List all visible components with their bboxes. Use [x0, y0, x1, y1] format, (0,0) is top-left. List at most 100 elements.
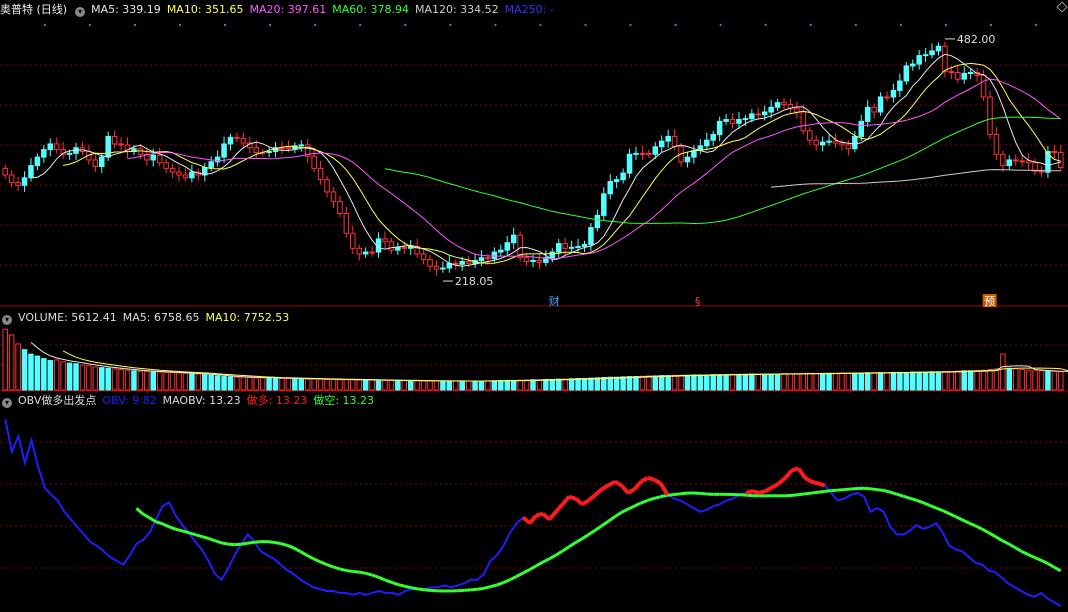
maobv-segment [680, 491, 688, 496]
maobv-segment [214, 539, 223, 545]
volume-bar [665, 375, 671, 391]
maobv-segment [981, 527, 990, 534]
candle [34, 156, 41, 167]
volume-bar [375, 379, 382, 391]
volume-bar [195, 373, 202, 391]
signal-dot [719, 24, 722, 26]
candle [92, 159, 99, 168]
long-signal-segment [568, 494, 577, 501]
candle [1045, 150, 1051, 173]
volume-bar [510, 379, 517, 391]
volume-bar [407, 380, 414, 391]
volume-bar [304, 378, 311, 391]
volume-bar [909, 371, 916, 391]
volume-bar [871, 372, 877, 391]
chevron-down-icon[interactable]: ▾ [75, 7, 86, 17]
maobv-segment [286, 543, 295, 550]
volume-bar [575, 377, 581, 391]
maobv-segment [148, 516, 157, 524]
volume-bar [427, 380, 433, 391]
maobv-segment [574, 537, 583, 544]
candle [28, 165, 34, 179]
long-signal-segment [633, 480, 643, 491]
maobv-segment [844, 487, 852, 492]
long-signal-segment [627, 487, 636, 495]
maobv-segment [247, 540, 255, 545]
signal-dot [224, 24, 227, 26]
candle [395, 246, 401, 251]
candle [150, 154, 157, 161]
candle [2, 167, 8, 176]
volume-bar [826, 372, 832, 391]
candle [427, 259, 433, 267]
volume-bar [285, 377, 292, 391]
maobv-segment [660, 493, 668, 499]
signal-dot [584, 24, 587, 26]
signal-dot [1035, 24, 1038, 26]
volume-bar [761, 373, 768, 391]
volume-bar [884, 372, 890, 391]
candle [742, 118, 749, 121]
long-signal-segment [560, 495, 571, 506]
volume-bar [961, 370, 967, 391]
long-signal-segment [593, 487, 604, 497]
candle [41, 149, 47, 158]
volume-labels: VOLUME: 5612.41 MA5: 6758.65 MA10: 7752.53 [18, 311, 295, 324]
long-signal-segment [804, 476, 813, 484]
maobv-segment [325, 563, 334, 569]
candle [1051, 150, 1058, 153]
maobv-segment [155, 520, 164, 526]
volume-bar [903, 371, 910, 391]
maobv-segment [922, 501, 931, 507]
maobv-segment [798, 492, 806, 497]
candle [948, 71, 955, 74]
volume-bar [2, 328, 8, 391]
maobv-segment [653, 495, 662, 500]
price-panel-header: 奥普特 (日线) ▾ MA5: 339.19 MA10: 351.65 MA20: 39… [0, 2, 566, 18]
candle [877, 96, 884, 113]
volume-bar [755, 373, 762, 391]
signal-dot [359, 24, 362, 26]
long-signal-segment [600, 483, 610, 491]
candle [15, 182, 21, 186]
maobv-segment [398, 583, 406, 588]
volume-bar [1000, 353, 1006, 391]
maobv-segment [581, 533, 590, 540]
volume-bar [646, 375, 652, 391]
candle [761, 111, 768, 116]
candle [1058, 151, 1064, 168]
maobv-segment [371, 573, 380, 579]
volume-bar [227, 376, 234, 391]
volume-bar [729, 373, 736, 391]
candle [523, 257, 530, 262]
volume-bar [395, 379, 401, 391]
long-signal-segment [758, 489, 767, 495]
candle [729, 119, 736, 124]
maobv-segment [175, 527, 183, 533]
volume-bar [498, 380, 504, 391]
maobv-segment [404, 584, 413, 590]
volume-bar [1038, 370, 1045, 391]
volume-bar [955, 370, 961, 391]
obv-label-1: OBV: 9.82 [102, 394, 157, 407]
candle [227, 136, 234, 145]
volume-bar [684, 374, 691, 391]
volume-bar [523, 379, 530, 391]
maobv-segment [345, 568, 353, 573]
maobv-segment [896, 492, 904, 498]
long-signal-segment [817, 481, 826, 488]
stock-title[interactable]: 奥普特 (日线) [0, 3, 67, 16]
volume-bar [34, 355, 41, 391]
chevron-down-icon[interactable]: ▾ [2, 315, 12, 325]
candle [807, 130, 813, 141]
long-signal-segment [587, 493, 597, 503]
candle [266, 150, 272, 153]
obv-label-2: MAOBV: 13.23 [162, 394, 241, 407]
maobv-segment [876, 488, 884, 492]
volume-bar [620, 376, 626, 391]
volume-bar [813, 372, 819, 391]
volume-bar [987, 369, 993, 391]
candle [504, 242, 511, 251]
candle [909, 63, 916, 67]
chevron-down-icon[interactable]: ▾ [2, 398, 12, 408]
